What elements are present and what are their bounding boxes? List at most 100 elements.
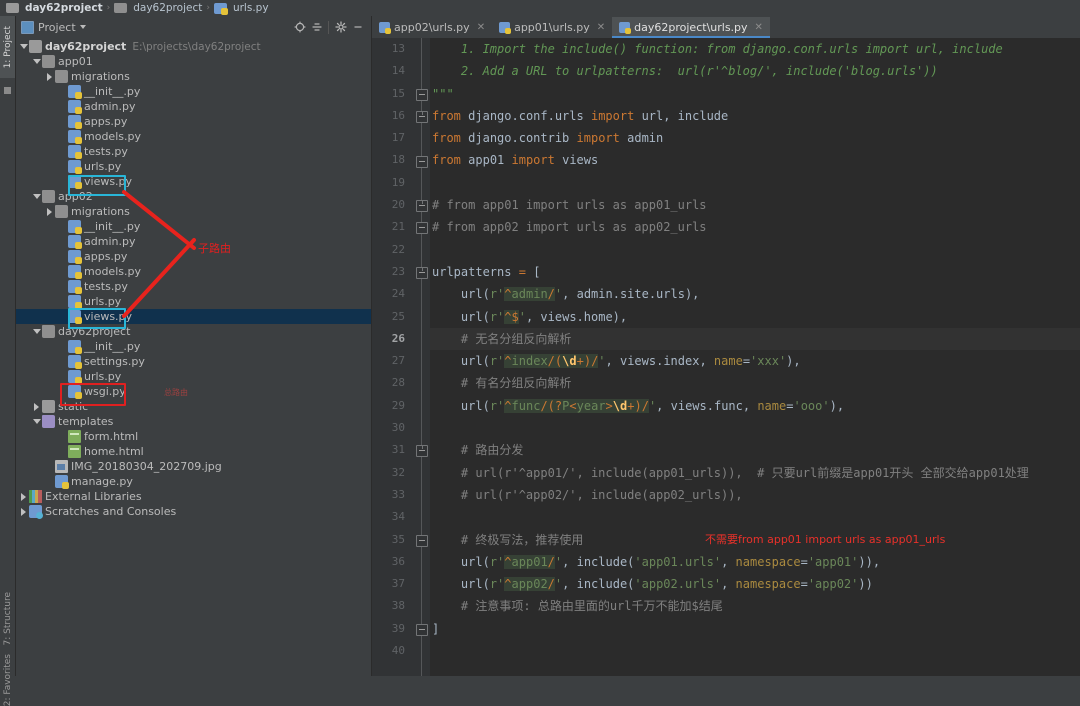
line-number: 25 — [391, 309, 405, 323]
rail-tab-structure[interactable]: 7: Structure — [0, 588, 15, 650]
code-area[interactable]: 13 14 15 16 17 18 19 20 21 22 23 24 25 26 27 28 29 30 31 32… — [372, 38, 1080, 676]
code-line[interactable] — [430, 239, 1080, 261]
editor-area: app02\urls.py ✕ app01\urls.py ✕ day62project… — [372, 16, 1080, 676]
breadcrumb-label: day62project — [25, 2, 103, 14]
project-view-icon[interactable] — [0, 82, 15, 98]
line-number: 33 — [391, 487, 405, 501]
source-code[interactable]: 1. Import the include() function: from d… — [430, 38, 1080, 676]
close-icon[interactable]: ✕ — [477, 22, 485, 33]
line-number: 22 — [391, 242, 405, 256]
code-line[interactable]: # 路由分发 — [430, 439, 1080, 461]
editor-tab-day62project-urls-py[interactable]: day62project\urls.py ✕ — [612, 17, 770, 38]
code-line[interactable]: ] — [430, 618, 1080, 640]
line-number: 15 — [391, 86, 405, 100]
editor-tab-label: app02\urls.py — [394, 21, 470, 34]
close-icon[interactable]: ✕ — [597, 22, 605, 33]
python-file-icon — [213, 2, 228, 15]
fold-marker[interactable] — [416, 445, 428, 458]
line-number: 18 — [391, 153, 405, 167]
line-number: 40 — [391, 644, 405, 658]
breadcrumb-item-file[interactable]: urls.py — [212, 2, 271, 15]
line-number: 13 — [391, 42, 405, 55]
breadcrumb-item-package[interactable]: day62project — [112, 2, 204, 14]
project-panel: Project day62project E:\projects\day62pr… — [16, 16, 372, 676]
code-line[interactable]: # 有名分组反向解析 — [430, 372, 1080, 394]
editor-tab-app02-urls-py[interactable]: app02\urls.py ✕ — [372, 17, 492, 38]
code-line[interactable]: """ — [430, 83, 1080, 105]
code-line[interactable]: # 注意事项: 总路由里面的url千万不能加$结尾 — [430, 595, 1080, 617]
code-line[interactable]: # from app02 import urls as app02_urls — [430, 216, 1080, 238]
line-number: 28 — [391, 376, 405, 390]
code-line[interactable]: from django.conf.urls import url, includ… — [430, 105, 1080, 127]
python-file-icon — [379, 22, 391, 34]
line-number: 26 — [391, 331, 405, 345]
python-file-icon — [499, 22, 512, 34]
left-tool-rail: 1: Project 7: Structure 2: Favorites — [0, 16, 16, 706]
line-number: 34 — [391, 510, 405, 524]
annotation-arrow — [122, 190, 196, 318]
code-line[interactable]: url(r'^app02/', include('app02.urls', na… — [430, 573, 1080, 595]
code-line[interactable]: url(r'^admin/', admin.site.urls), — [430, 283, 1080, 305]
code-line[interactable]: # from app01 import urls as app01_urls — [430, 194, 1080, 216]
fold-gutter[interactable] — [412, 38, 430, 676]
line-number: 16 — [391, 108, 405, 122]
breadcrumb-separator: › — [206, 3, 210, 13]
line-number: 17 — [391, 131, 405, 145]
annotation-no-import-needed: 不需要from app01 import urls as app01_urls — [705, 532, 946, 546]
breadcrumb-label: urls.py — [232, 2, 269, 14]
code-line[interactable]: urlpatterns = [ — [430, 261, 1080, 283]
line-number: 32 — [391, 465, 405, 479]
breadcrumb-item-project[interactable]: day62project — [4, 2, 105, 14]
folder-icon — [6, 3, 19, 13]
editor-tab-label: day62project\urls.py — [634, 21, 748, 34]
line-number: 21 — [391, 220, 405, 234]
line-number: 20 — [391, 198, 405, 212]
fold-marker[interactable] — [416, 155, 428, 168]
code-line[interactable]: url(r'^$', views.home), — [430, 306, 1080, 328]
rail-tab-project[interactable]: 1: Project — [0, 16, 15, 78]
code-line[interactable]: url(r'^func/(?P<year>\d+)/', views.func,… — [430, 395, 1080, 417]
editor-tab-label: app01\urls.py — [514, 21, 590, 34]
line-number: 36 — [391, 554, 405, 568]
python-file-icon — [619, 22, 632, 34]
pycharm-window: day62project › day62project › urls.py 1:… — [0, 0, 1080, 706]
code-line[interactable] — [430, 506, 1080, 528]
close-icon[interactable]: ✕ — [755, 22, 763, 33]
line-number: 38 — [391, 599, 405, 613]
rail-tab-favorites[interactable]: 2: Favorites — [0, 654, 15, 706]
fold-marker[interactable] — [416, 200, 428, 213]
editor-tabs[interactable]: app02\urls.py ✕ app01\urls.py ✕ day62project… — [372, 16, 1080, 38]
breadcrumb-separator: › — [106, 3, 111, 13]
editor-tab-app01-urls-py[interactable]: app01\urls.py ✕ — [492, 17, 612, 38]
code-line[interactable]: from app01 import views — [430, 149, 1080, 171]
fold-marker[interactable] — [416, 267, 428, 279]
line-number: 29 — [391, 398, 405, 412]
line-number: 30 — [391, 421, 405, 435]
code-line[interactable]: # url(r'^app02/', include(app02_urls)), — [430, 484, 1080, 506]
code-line[interactable]: # url(r'^app01/', include(app01_urls)), … — [430, 462, 1080, 484]
fold-marker[interactable] — [416, 534, 428, 547]
fold-marker[interactable] — [416, 222, 428, 235]
line-number-gutter: 13 14 15 16 17 18 19 20 21 22 23 24 25 26 27 28 29 30 31 32… — [372, 38, 412, 676]
code-line[interactable]: 2. Add a URL to urlpatterns: url(r'^blog… — [430, 60, 1080, 82]
code-line[interactable]: url(r'^app01/', include('app01.urls', na… — [430, 551, 1080, 573]
line-number: 23 — [391, 264, 405, 278]
code-line[interactable]: from django.contrib import admin — [430, 127, 1080, 149]
line-number: 14 — [391, 64, 405, 78]
line-number: 39 — [391, 621, 405, 635]
fold-marker[interactable] — [416, 623, 428, 636]
line-number: 24 — [391, 287, 405, 301]
code-line[interactable]: 1. Import the include() function: from d… — [430, 38, 1080, 60]
breadcrumb-label: day62project — [133, 2, 203, 14]
fold-marker[interactable] — [416, 88, 428, 101]
line-number: 35 — [391, 532, 405, 546]
folder-module-icon — [114, 3, 128, 13]
code-line[interactable]: # 无名分组反向解析 — [430, 327, 1080, 351]
line-number: 31 — [391, 443, 405, 457]
code-line[interactable] — [430, 640, 1080, 662]
code-line[interactable] — [430, 172, 1080, 194]
code-line[interactable]: url(r'^index/(\d+)/', views.index, name=… — [430, 350, 1080, 372]
fold-marker[interactable] — [416, 110, 428, 123]
line-number: 19 — [391, 175, 405, 189]
code-line[interactable] — [430, 417, 1080, 439]
